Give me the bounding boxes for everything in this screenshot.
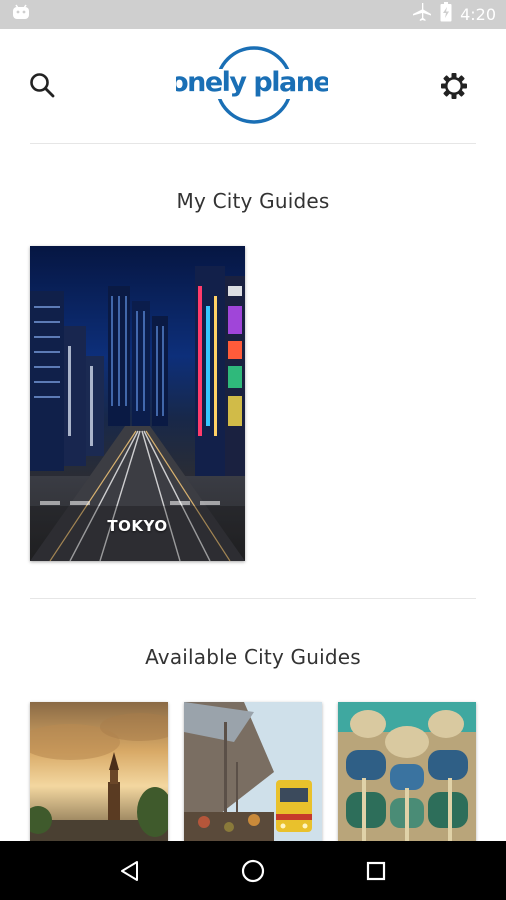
back-icon <box>120 860 138 881</box>
recents-button[interactable] <box>356 851 396 891</box>
available-city-guides-title: Available City Guides <box>145 645 361 669</box>
airplane-mode-icon <box>412 2 432 27</box>
barcelona-casa-batllo-thumbnail <box>338 702 476 842</box>
status-time: 4:20 <box>460 5 496 24</box>
search-icon <box>30 73 55 98</box>
header-divider <box>30 143 476 144</box>
recents-icon <box>367 861 386 880</box>
battery-charging-icon <box>440 2 452 27</box>
android-icon <box>12 4 30 25</box>
status-bar: 4:20 <box>0 0 506 29</box>
my-city-guides-title: My City Guides <box>176 189 330 213</box>
city-guide-card-tokyo[interactable]: TOKYO <box>30 246 245 561</box>
home-button[interactable] <box>233 851 273 891</box>
tokyo-cover-image <box>30 246 245 561</box>
bangkok-market-train-thumbnail <box>184 702 322 842</box>
home-icon <box>241 859 265 882</box>
available-guide-card-3[interactable] <box>338 702 476 842</box>
available-guide-card-1[interactable] <box>30 702 168 842</box>
status-left <box>12 4 30 25</box>
available-guide-card-2[interactable] <box>184 702 322 842</box>
system-nav-bar <box>0 841 506 900</box>
status-right: 4:20 <box>412 2 496 27</box>
logo-text: lonely planet <box>176 67 328 98</box>
search-button[interactable] <box>28 71 56 99</box>
app-header: lonely planet <box>0 29 506 143</box>
section-divider <box>30 598 476 599</box>
city-guide-label: TOKYO <box>107 517 168 535</box>
amsterdam-tower-thumbnail <box>30 702 168 842</box>
back-button[interactable] <box>110 851 150 891</box>
settings-gear-icon <box>441 73 467 99</box>
settings-button[interactable] <box>440 72 468 100</box>
lonely-planet-logo: lonely planet <box>162 45 345 125</box>
